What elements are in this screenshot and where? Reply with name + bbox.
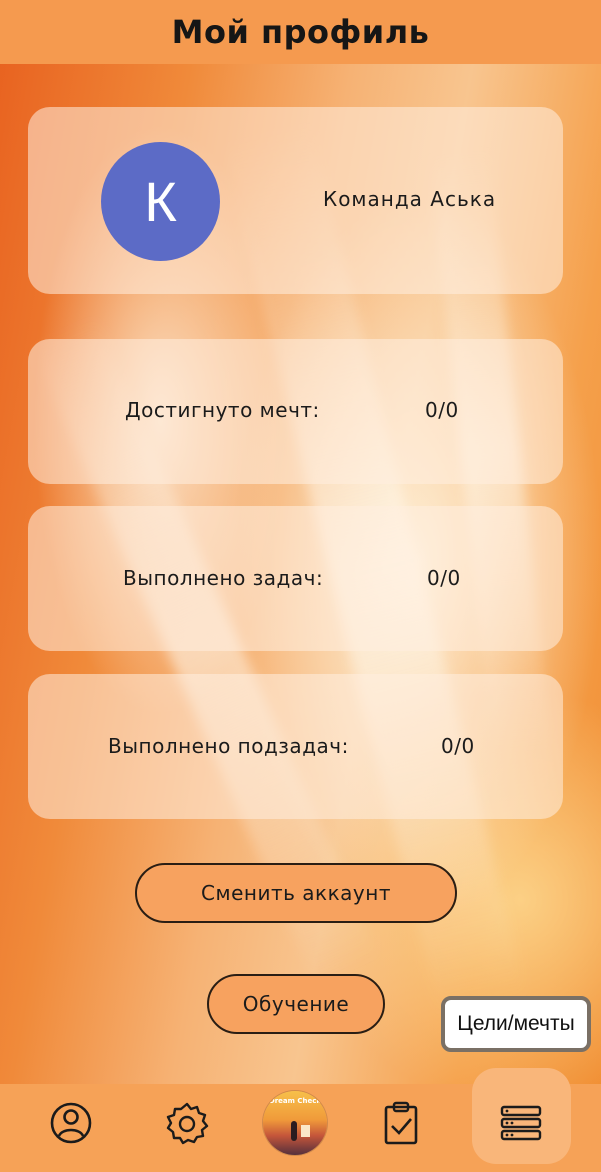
profile-card: К Команда Аська	[28, 107, 563, 294]
nav-item-settings[interactable]	[137, 1088, 237, 1158]
settings-gear-icon	[166, 1102, 209, 1145]
logo-note-icon	[301, 1125, 310, 1137]
nav-item-tasks[interactable]	[351, 1088, 451, 1158]
nav-item-profile[interactable]	[21, 1088, 121, 1158]
goals-list-icon	[500, 1105, 542, 1141]
nav-item-goals[interactable]	[471, 1088, 571, 1158]
app-logo-icon: Dream Check	[263, 1091, 327, 1155]
switch-account-button[interactable]: Сменить аккаунт	[135, 863, 457, 923]
profile-name: Команда Аська	[323, 187, 497, 211]
app-header: Мой профиль	[0, 0, 601, 64]
logo-figure-icon	[291, 1121, 297, 1141]
stat-value: 0/0	[425, 398, 459, 422]
stat-card-dreams: Достигнуто мечт: 0/0	[28, 339, 563, 484]
nav-item-home[interactable]: Dream Check	[245, 1088, 345, 1158]
stat-card-tasks: Выполнено задач: 0/0	[28, 506, 563, 651]
stat-value: 0/0	[427, 566, 461, 590]
stat-card-subtasks: Выполнено подзадач: 0/0	[28, 674, 563, 819]
stat-label: Достигнуто мечт:	[125, 398, 320, 422]
tasks-clipboard-icon	[384, 1101, 418, 1145]
app-logo-text: Dream Check	[268, 1097, 322, 1105]
page-title: Мой профиль	[171, 13, 430, 51]
avatar: К	[101, 142, 220, 261]
profile-icon	[50, 1102, 92, 1144]
stat-label: Выполнено подзадач:	[108, 734, 349, 758]
tutorial-button[interactable]: Обучение	[207, 974, 385, 1034]
stat-label: Выполнено задач:	[123, 566, 324, 590]
stat-value: 0/0	[441, 734, 475, 758]
goals-tooltip: Цели/мечты	[441, 996, 591, 1052]
